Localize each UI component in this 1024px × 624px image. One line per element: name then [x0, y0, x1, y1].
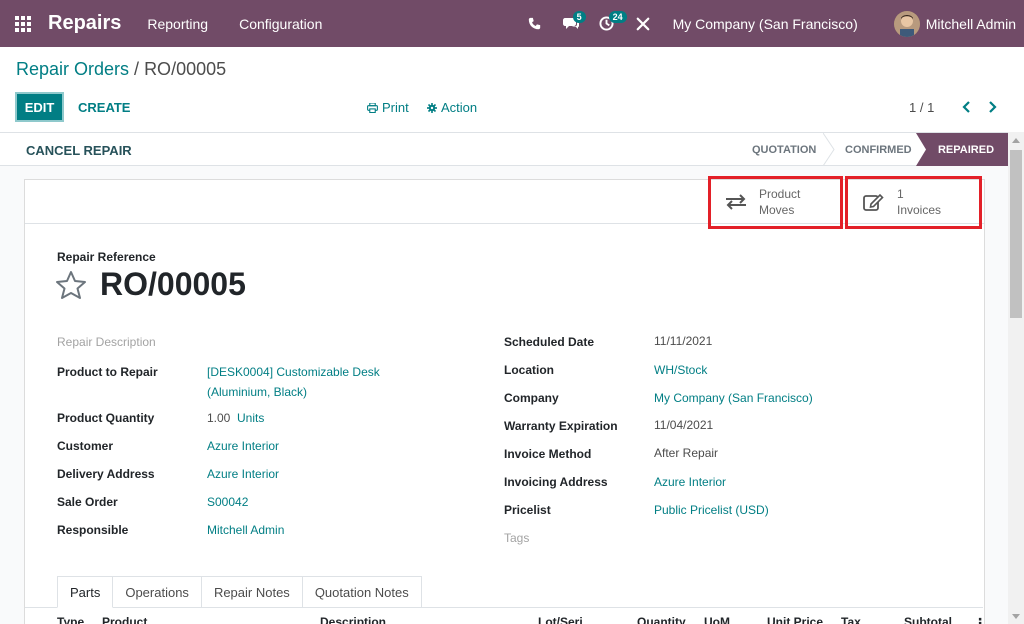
responsible-value[interactable]: Mitchell Admin: [207, 520, 284, 540]
edit-button[interactable]: EDIT: [15, 92, 64, 122]
product-quantity-label: Product Quantity: [57, 411, 155, 425]
pager-value[interactable]: 1 / 1: [909, 100, 934, 115]
column-description[interactable]: Description: [320, 615, 386, 624]
menu-reporting[interactable]: Reporting: [147, 16, 208, 32]
location-value[interactable]: WH/Stock: [654, 360, 707, 380]
phone-icon[interactable]: [517, 0, 553, 47]
repair-description-field[interactable]: Repair Description: [57, 335, 156, 349]
column-subtotal[interactable]: Subtotal: [904, 615, 952, 624]
top-navbar: Repairs Reporting Configuration 5 24 My …: [0, 0, 1024, 47]
column-lot-serial[interactable]: Lot/Seri: [538, 615, 583, 624]
star-icon[interactable]: [55, 270, 87, 303]
tab-operations[interactable]: Operations: [113, 576, 202, 608]
user-avatar[interactable]: [893, 10, 920, 37]
customer-value[interactable]: Azure Interior: [207, 436, 279, 456]
optional-columns-icon[interactable]: ⋮: [973, 615, 987, 624]
column-product[interactable]: Product: [102, 615, 147, 624]
stage-divider: [823, 133, 835, 166]
app-brand[interactable]: Repairs: [48, 12, 121, 35]
pricelist-value[interactable]: Public Pricelist (USD): [654, 500, 769, 520]
notebook-tabs: Parts Operations Repair Notes Quotation …: [57, 576, 422, 608]
scheduled-date-label: Scheduled Date: [504, 335, 595, 349]
user-menu[interactable]: Mitchell Admin: [926, 16, 1016, 32]
delivery-address-label: Delivery Address: [57, 467, 155, 481]
scroll-up-arrow-icon[interactable]: [1012, 138, 1020, 143]
delivery-address-value[interactable]: Azure Interior: [207, 464, 279, 484]
column-quantity[interactable]: Quantity: [637, 615, 686, 624]
print-label: Print: [382, 100, 409, 115]
stage-confirmed[interactable]: CONFIRMED: [845, 133, 912, 166]
product-quantity-unit[interactable]: Units: [237, 408, 264, 428]
print-icon: [367, 102, 378, 113]
create-button[interactable]: CREATE: [78, 100, 130, 115]
chat-icon[interactable]: 5: [553, 0, 589, 47]
invoice-method-label: Invoice Method: [504, 447, 592, 461]
product-line1: [DESK0004] Customizable Desk: [207, 365, 380, 379]
company-switcher[interactable]: My Company (San Francisco): [673, 16, 858, 32]
highlight-box-product-moves: [708, 176, 843, 229]
breadcrumb-repair-orders[interactable]: Repair Orders: [16, 59, 129, 79]
status-bar: CANCEL REPAIR QUOTATION CONFIRMED REPAIR…: [0, 132, 1024, 166]
location-label: Location: [504, 363, 554, 377]
chevron-right-icon[interactable]: [985, 97, 1001, 117]
cancel-repair-button[interactable]: CANCEL REPAIR: [26, 143, 132, 158]
tab-parts[interactable]: Parts: [57, 576, 114, 608]
invoicing-address-label: Invoicing Address: [504, 475, 608, 489]
print-button[interactable]: Print: [367, 100, 409, 115]
action-button[interactable]: Action: [427, 100, 477, 115]
tab-repair-notes[interactable]: Repair Notes: [201, 576, 303, 608]
product-quantity-value: 1.00: [207, 411, 231, 425]
apps-grid-icon[interactable]: [0, 0, 46, 47]
highlight-box-invoices: [845, 176, 982, 229]
pricelist-label: Pricelist: [504, 503, 551, 517]
gear-icon: [427, 102, 437, 113]
scroll-thumb[interactable]: [1010, 150, 1022, 318]
clock-icon[interactable]: 24: [589, 0, 627, 47]
page-scrollbar[interactable]: [1008, 132, 1024, 624]
product-line2: (Aluminium, Black): [207, 385, 308, 399]
chevron-left-icon[interactable]: [958, 97, 974, 117]
repair-reference-title: RO/00005: [100, 266, 246, 302]
menu-configuration[interactable]: Configuration: [239, 16, 322, 32]
tab-quotation-notes[interactable]: Quotation Notes: [302, 576, 422, 608]
company-label: Company: [504, 391, 559, 405]
stage-quotation[interactable]: QUOTATION: [752, 133, 816, 166]
breadcrumb: Repair Orders / RO/00005: [16, 59, 226, 80]
invoicing-address-value[interactable]: Azure Interior: [654, 472, 726, 492]
messages-badge: 5: [572, 11, 586, 23]
warranty-expiration-label: Warranty Expiration: [504, 419, 618, 433]
breadcrumb-current: RO/00005: [144, 59, 227, 79]
column-unit-price[interactable]: Unit Price: [767, 615, 823, 624]
tools-icon[interactable]: [625, 0, 661, 47]
repair-reference-label: Repair Reference: [57, 250, 156, 264]
product-to-repair-value[interactable]: [DESK0004] Customizable Desk (Aluminium, …: [207, 362, 380, 402]
tags-field[interactable]: Tags: [504, 531, 529, 545]
scroll-down-arrow-icon[interactable]: [1012, 614, 1020, 619]
breadcrumb-separator: /: [129, 59, 145, 79]
column-type[interactable]: Type: [57, 615, 84, 624]
invoice-method-value: After Repair: [654, 446, 719, 460]
product-to-repair-label: Product to Repair: [57, 365, 158, 379]
company-value[interactable]: My Company (San Francisco): [654, 388, 813, 408]
column-uom[interactable]: UoM: [704, 615, 730, 624]
action-label: Action: [441, 100, 478, 115]
stage-repaired-active[interactable]: REPAIRED: [916, 133, 1008, 166]
sale-order-value[interactable]: S00042: [207, 492, 248, 512]
warranty-expiration-value: 11/04/2021: [654, 418, 714, 432]
customer-label: Customer: [57, 439, 114, 453]
scheduled-date-value: 11/11/2021: [654, 334, 713, 348]
responsible-label: Responsible: [57, 523, 129, 537]
sale-order-label: Sale Order: [57, 495, 118, 509]
column-tax[interactable]: Tax: [841, 615, 861, 624]
